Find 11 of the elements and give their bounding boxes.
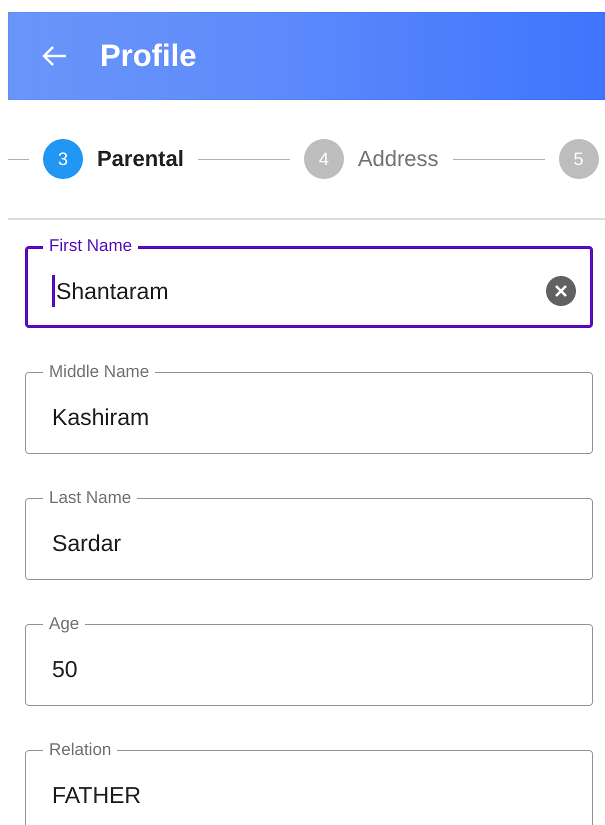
field-value: 50 xyxy=(52,655,79,684)
step-label[interactable]: Address xyxy=(358,146,439,172)
clear-button[interactable] xyxy=(546,276,576,306)
field-value: FATHER xyxy=(52,781,142,810)
page-title: Profile xyxy=(100,38,196,74)
close-icon xyxy=(554,284,568,298)
back-arrow-icon xyxy=(42,45,68,67)
step-label[interactable]: Parental xyxy=(97,146,184,172)
field-label: Age xyxy=(43,614,86,634)
field-value: Kashiram xyxy=(52,403,150,432)
field-value: Sardar xyxy=(52,529,122,558)
